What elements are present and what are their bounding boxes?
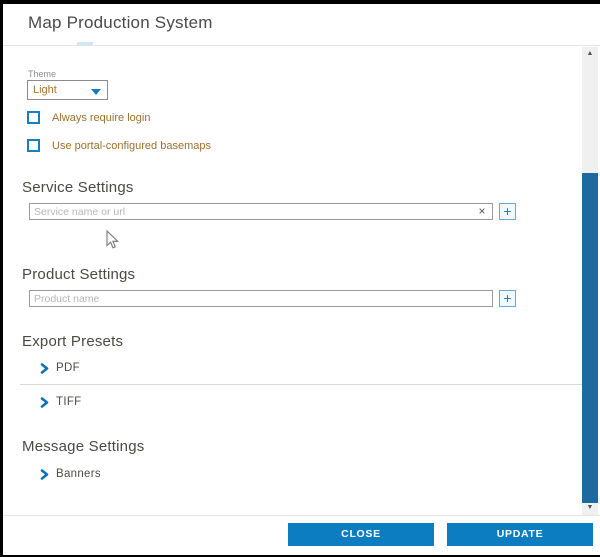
chevron-right-icon [40, 469, 49, 480]
portal-basemaps-checkbox[interactable] [27, 139, 40, 152]
dialog-title: Map Production System [28, 13, 213, 33]
close-button[interactable]: CLOSE [288, 523, 434, 546]
always-require-login-checkbox[interactable] [27, 111, 40, 124]
message-settings-heading: Message Settings [22, 438, 144, 455]
product-name-input[interactable] [29, 290, 493, 307]
update-button[interactable]: UPDATE [447, 523, 593, 546]
map-production-system-dialog: Map Production System Theme Light Always… [0, 0, 600, 557]
scrollbar-thumb[interactable] [582, 173, 598, 503]
message-setting-banners-label: Banners [56, 468, 101, 480]
theme-label: Theme [28, 69, 56, 79]
mouse-cursor [106, 230, 120, 250]
theme-select[interactable]: Light [27, 80, 108, 100]
dialog-footer: CLOSE UPDATE [3, 515, 600, 555]
clear-icon[interactable]: × [475, 205, 489, 219]
product-settings-heading: Product Settings [22, 266, 135, 283]
settings-scroll-area: Theme Light Always require login Use por… [3, 47, 585, 515]
vertical-scrollbar[interactable]: ▲ ▼ [582, 47, 598, 515]
dialog-header: Map Production System [3, 4, 600, 46]
scroll-up-icon[interactable]: ▲ [582, 47, 598, 61]
theme-selected-value: Light [33, 84, 57, 96]
add-service-button[interactable]: + [499, 203, 516, 220]
service-settings-heading: Service Settings [22, 179, 134, 196]
scrolled-content-remnant [77, 42, 93, 45]
export-preset-pdf-label: PDF [56, 362, 80, 374]
export-preset-tiff-label: TIFF [56, 396, 81, 408]
chevron-right-icon [40, 363, 49, 374]
chevron-down-icon [91, 89, 101, 95]
add-product-button[interactable]: + [499, 290, 516, 307]
export-presets-heading: Export Presets [22, 333, 123, 350]
scroll-down-icon[interactable]: ▼ [582, 501, 598, 515]
chevron-right-icon [40, 397, 49, 408]
portal-basemaps-label: Use portal-configured basemaps [52, 140, 211, 152]
always-require-login-label: Always require login [52, 112, 150, 124]
preset-divider [20, 384, 582, 385]
service-name-input[interactable] [29, 203, 493, 220]
